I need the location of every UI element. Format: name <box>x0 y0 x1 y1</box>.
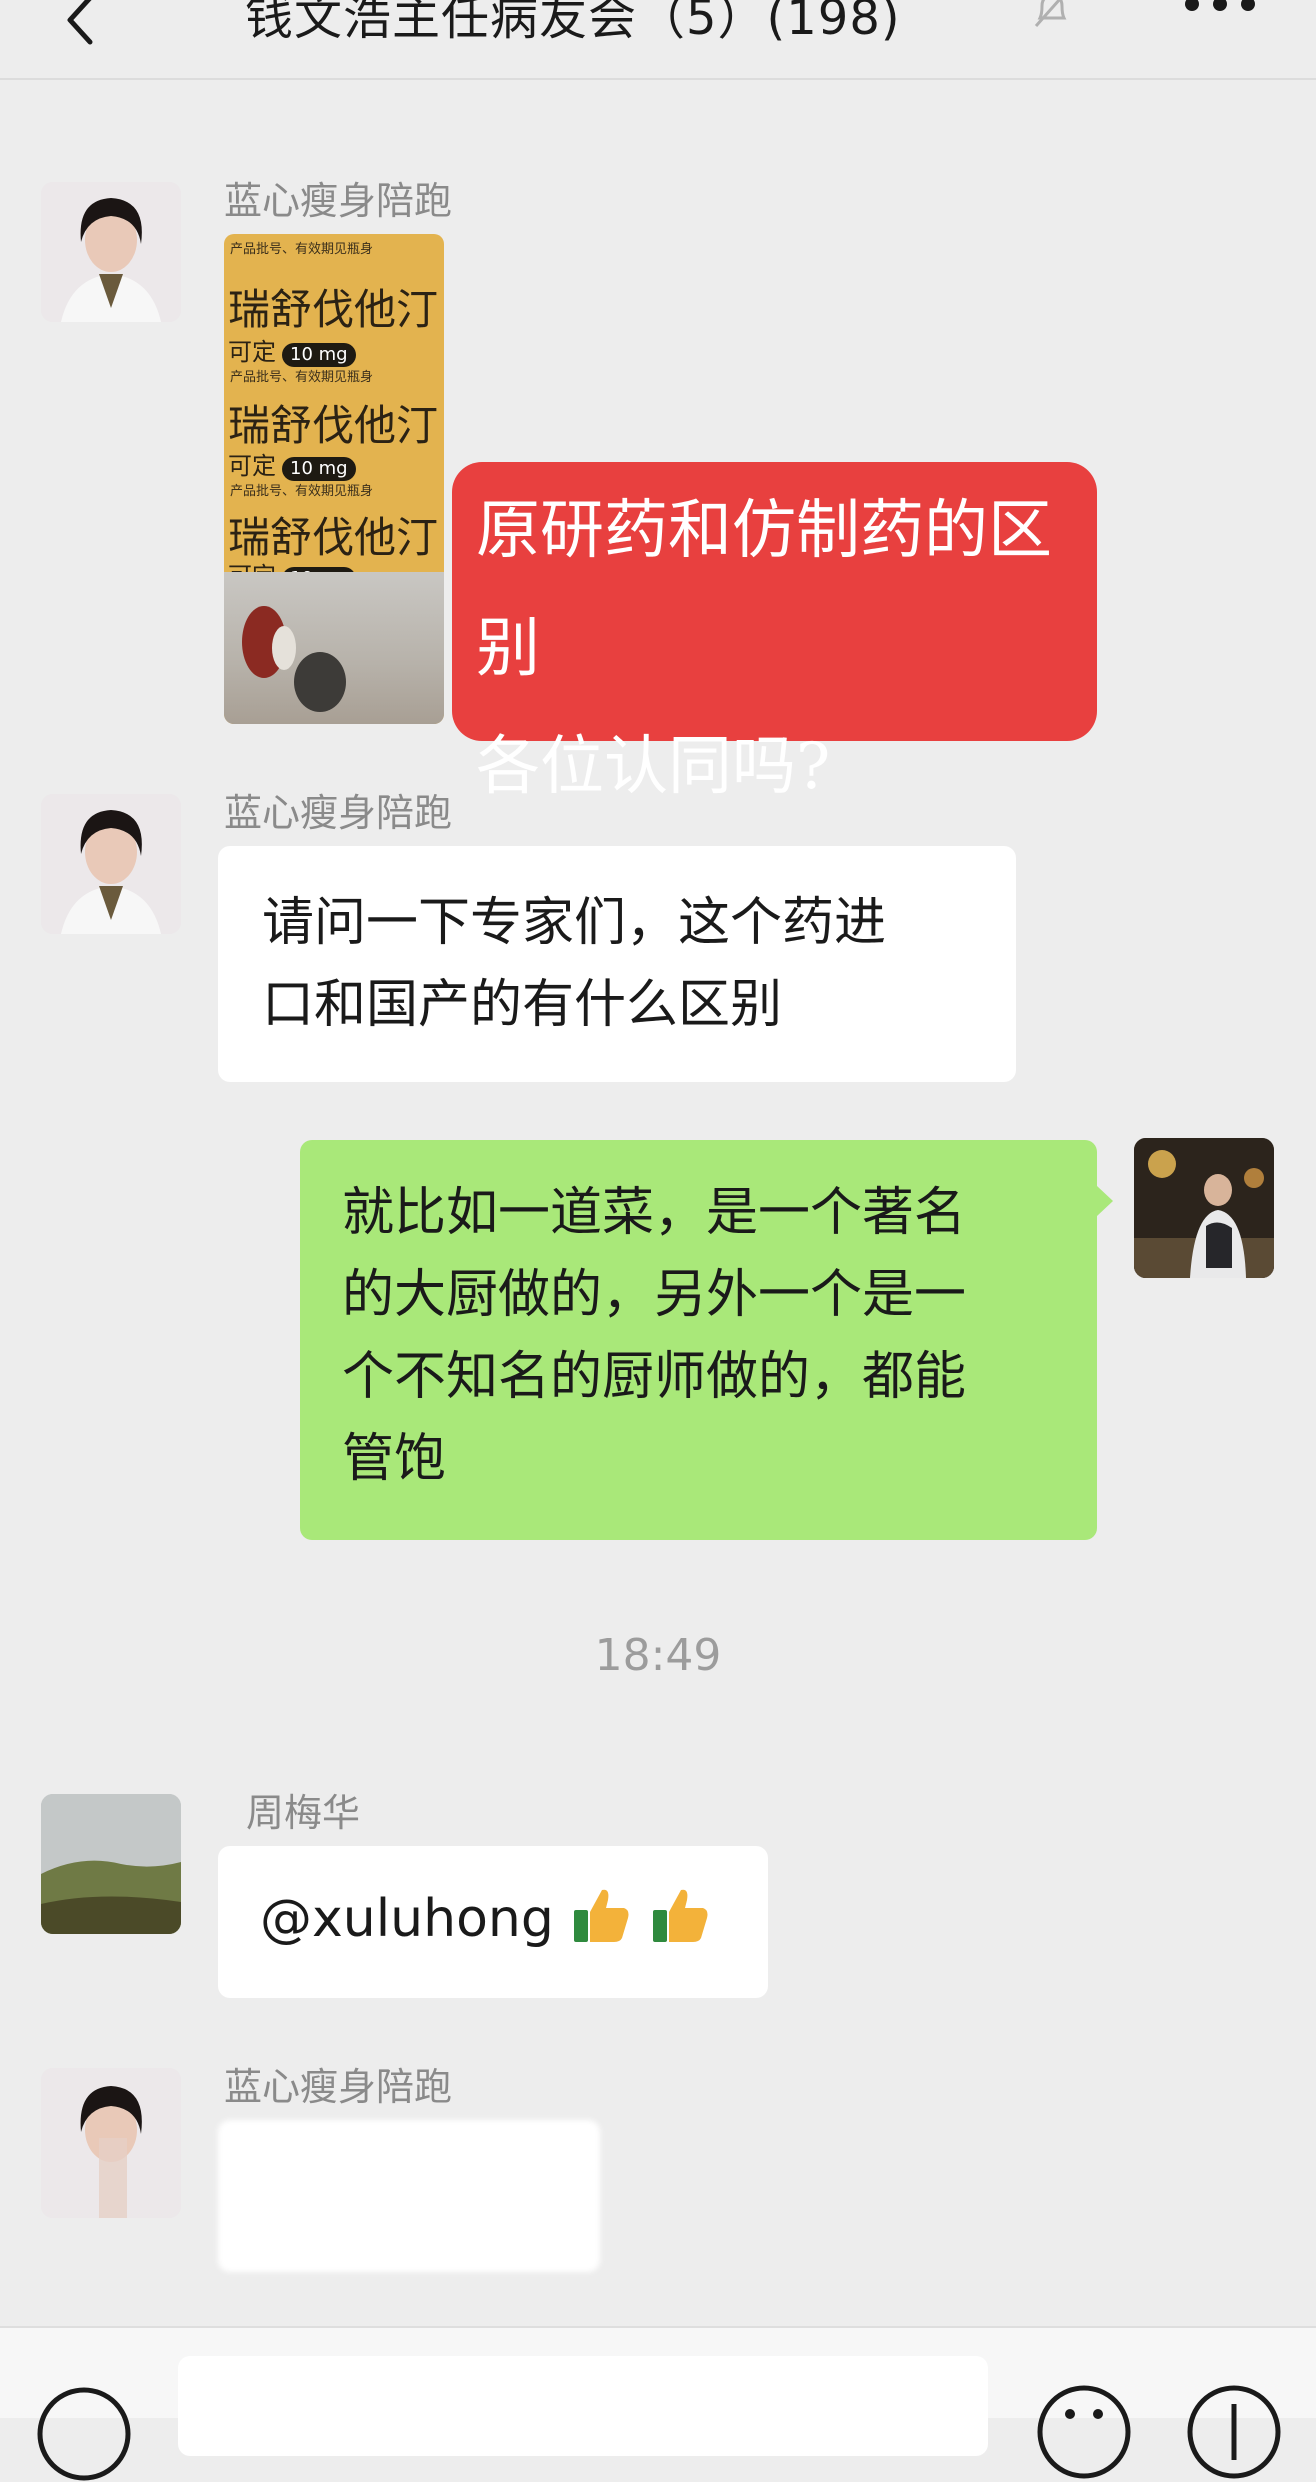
avatar-woman-image <box>41 182 181 322</box>
chat-header: 钱文浩主任病友会（5）(198) <box>0 0 1316 80</box>
message-bubble[interactable]: 请问一下专家们，这个药进 口和国产的有什么区别 <box>218 846 1016 1082</box>
overlay-annotation: 原研药和仿制药的区别 各位认同吗? <box>452 462 1097 804</box>
avatar-woman-image <box>41 2068 181 2218</box>
photo-fine-print: 产品批号、有效期见瓶身 <box>230 484 374 499</box>
photo-dose-tag: 可定10 mg <box>228 332 356 367</box>
photo-drug-name: 瑞舒伐他汀 <box>228 401 439 450</box>
avatar[interactable] <box>41 182 181 322</box>
avatar-woman-image <box>41 794 181 934</box>
bubble-tail-icon <box>1097 1186 1113 1216</box>
voice-icon[interactable] <box>36 2386 132 2482</box>
message-line: 的大厨做的，另外一个是一 <box>342 1265 967 1325</box>
photo-dose-pill: 10 mg <box>282 457 356 481</box>
message-line: 管饱 <box>342 1429 447 1489</box>
avatar-landscape-image <box>41 1794 181 1934</box>
photo-tag-prefix: 可定 <box>228 452 276 480</box>
overlay-line: 原研药和仿制药的区别 <box>476 494 1052 686</box>
plus-icon[interactable] <box>1186 2384 1282 2480</box>
chat-title: 钱文浩主任病友会（5）(198) <box>245 0 901 46</box>
sender-name: 蓝心瘦身陪跑 <box>224 179 453 223</box>
more-dots-icon[interactable] <box>1180 0 1260 24</box>
avatar[interactable] <box>41 794 181 934</box>
photo-dose-pill: 10 mg <box>282 343 356 367</box>
avatar[interactable] <box>41 1794 181 1934</box>
message-bubble[interactable] <box>218 2120 600 2272</box>
photo-drug-name: 瑞舒伐他汀 <box>228 285 439 334</box>
sender-name: 蓝心瘦身陪跑 <box>224 2065 453 2109</box>
message-input[interactable] <box>178 2356 988 2456</box>
avatar-night-photo <box>1134 1138 1274 1278</box>
photo-dose-tag: 可定10 mg <box>228 446 356 481</box>
message-line: 口和国产的有什么区别 <box>262 975 783 1035</box>
self-avatar[interactable] <box>1134 1138 1274 1278</box>
photo-blurred-bottom <box>224 572 444 724</box>
message-line: 请问一下专家们，这个药进 <box>262 893 887 953</box>
back-chevron-icon[interactable] <box>52 0 112 52</box>
photo-bottle-image <box>242 606 346 712</box>
input-bar <box>0 2326 1316 2481</box>
message-bubble[interactable]: @xuluhong <box>218 1846 768 1998</box>
thumbs-up-icon <box>652 1889 708 1942</box>
message-line: 就比如一道菜，是一个著名 <box>342 1183 967 1243</box>
emoji-icon[interactable] <box>1036 2384 1132 2480</box>
timestamp: 18:49 <box>594 1630 722 1681</box>
medicine-photo[interactable]: 产品批号、有效期见瓶身 瑞舒伐他汀 可定 10 mg 产品批号、有效期见瓶身 瑞舒… <box>224 234 444 724</box>
sender-name: 周梅华 <box>246 1791 361 1835</box>
bell-muted-icon <box>1034 0 1067 27</box>
photo-fine-print: 产品批号、有效期见瓶身 <box>230 242 374 257</box>
thumbs-up-icon <box>574 1889 629 1942</box>
photo-tag-prefix: 可定 <box>228 338 276 366</box>
self-message-bubble[interactable]: 就比如一道菜，是一个著名 的大厨做的，另外一个是一 个不知名的厨师做的，都能 管… <box>300 1140 1097 1540</box>
message-text: @xuluhong <box>260 1889 554 1949</box>
avatar[interactable] <box>41 2068 181 2218</box>
overlay-line: 各位认同吗? <box>476 730 831 804</box>
photo-fine-print: 产品批号、有效期见瓶身 <box>230 370 374 385</box>
message-line: 个不知名的厨师做的，都能 <box>342 1347 967 1407</box>
sender-name: 蓝心瘦身陪跑 <box>224 791 453 835</box>
